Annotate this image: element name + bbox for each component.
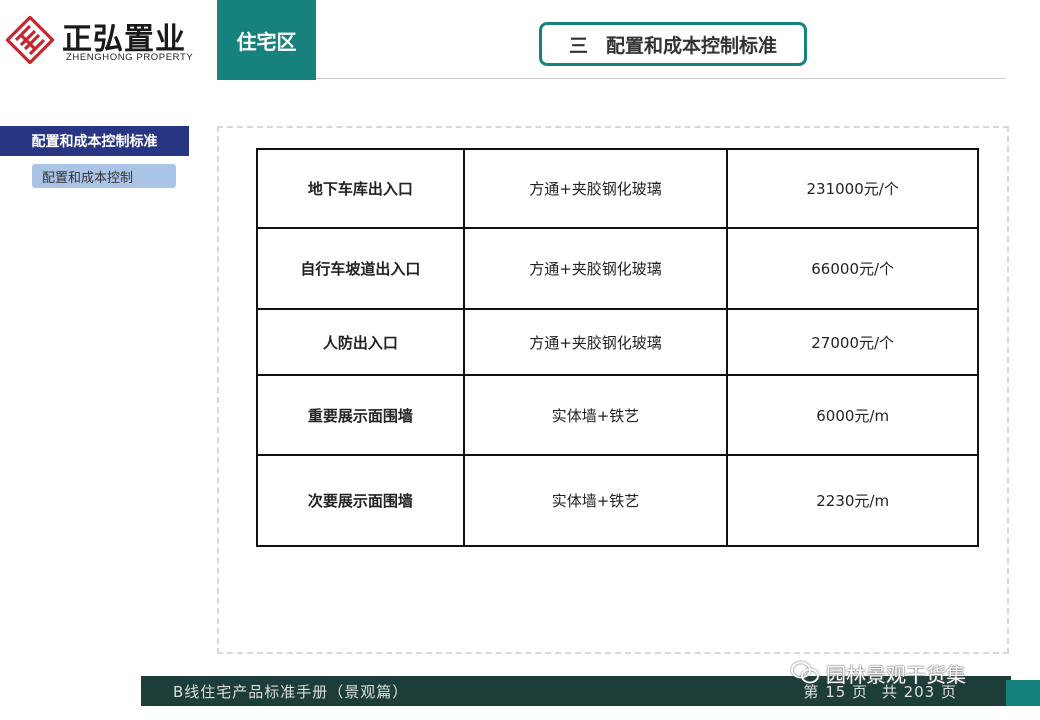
material-cell: 方通+夹胶钢化玻璃 [462,148,729,229]
manual-title: B线住宅产品标准手册（景观篇） [173,683,409,701]
header-divider [316,78,1006,79]
wechat-icon [791,661,819,684]
material-cell: 方通+夹胶钢化玻璃 [462,227,729,310]
nav-subitem-config-cost[interactable]: 配置和成本控制 [32,164,176,188]
table-row: 地下车库出入口 方通+夹胶钢化玻璃 231000元/个 [256,148,979,229]
cost-standard-table: 地下车库出入口 方通+夹胶钢化玻璃 231000元/个 自行车坡道出入口 方通+… [256,148,979,547]
section-number: 三 [568,34,588,57]
item-name-cell: 次要展示面围墙 [256,454,465,547]
item-name-cell: 重要展示面围墙 [256,374,465,456]
nav-item-config-cost-standard[interactable]: 配置和成本控制标准 [0,126,189,156]
cost-cell: 66000元/个 [726,227,979,310]
watermark: 园林景观干货集 [790,658,966,688]
material-cell: 方通+夹胶钢化玻璃 [462,308,729,376]
item-name-cell: 人防出入口 [256,308,465,376]
table-row: 重要展示面围墙 实体墙+铁艺 6000元/m [256,374,979,456]
material-cell: 实体墙+铁艺 [462,374,729,456]
cost-cell: 6000元/m [726,374,979,456]
cost-cell: 231000元/个 [726,148,979,229]
table-row: 人防出入口 方通+夹胶钢化玻璃 27000元/个 [256,308,979,376]
material-cell: 实体墙+铁艺 [462,454,729,547]
watermark-text: 园林景观干货集 [826,662,966,687]
brand-name-en: ZHENGHONG PROPERTY [66,52,194,63]
table-row: 自行车坡道出入口 方通+夹胶钢化玻璃 66000元/个 [256,227,979,310]
district-tab[interactable]: 住宅区 [217,0,316,80]
section-title: 三 配置和成本控制标准 [539,22,807,66]
brand-logo: 正弘置业 ZHENGHONG PROPERTY [6,14,216,68]
footer-corner-block [1006,680,1040,706]
diamond-lattice-logo-icon [6,16,54,64]
cost-cell: 2230元/m [726,454,979,547]
table-row: 次要展示面围墙 实体墙+铁艺 2230元/m [256,454,979,547]
item-name-cell: 地下车库出入口 [256,148,465,229]
item-name-cell: 自行车坡道出入口 [256,227,465,310]
cost-cell: 27000元/个 [726,308,979,376]
section-title-text: 配置和成本控制标准 [606,34,778,57]
